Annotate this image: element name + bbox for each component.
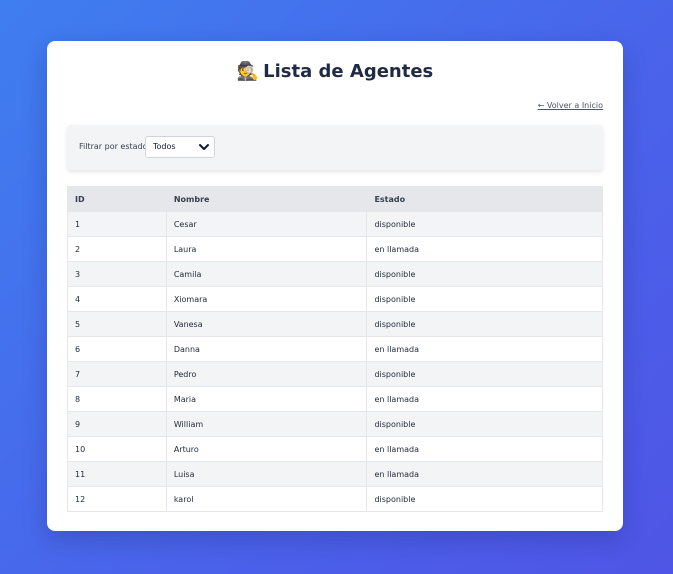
table-row: 12 karol disponible — [67, 486, 603, 512]
chevron-down-icon — [199, 144, 209, 150]
cell-id: 12 — [67, 486, 167, 512]
table-row: 3 Camila disponible — [67, 261, 603, 287]
cell-estado: en llamada — [366, 461, 603, 487]
page-title: 🕵️ Lista de Agentes — [47, 60, 623, 84]
agents-table: ID Nombre Estado 1 Cesar disponible 2 La… — [67, 186, 603, 512]
cell-id: 10 — [67, 436, 167, 462]
column-header-id: ID — [67, 186, 167, 212]
back-to-home-link[interactable]: ← Volver a Inicio — [538, 101, 603, 110]
cell-id: 7 — [67, 361, 167, 387]
cell-estado: disponible — [366, 486, 603, 512]
state-filter-value: Todos — [153, 142, 176, 151]
table-row: 11 Luisa en llamada — [67, 461, 603, 487]
cell-nombre: Vanesa — [165, 311, 368, 337]
state-filter-select[interactable]: Todos — [145, 136, 215, 158]
table-row: 1 Cesar disponible — [67, 211, 603, 237]
column-header-estado: Estado — [366, 186, 603, 212]
cell-estado: disponible — [366, 361, 603, 387]
cell-id: 5 — [67, 311, 167, 337]
page-title-text: Lista de Agentes — [263, 61, 434, 82]
cell-estado: en llamada — [366, 436, 603, 462]
cell-nombre: Pedro — [165, 361, 368, 387]
table-header-row: ID Nombre Estado — [67, 186, 603, 212]
cell-nombre: Laura — [165, 236, 368, 262]
cell-nombre: Xiomara — [165, 286, 368, 312]
table-row: 7 Pedro disponible — [67, 361, 603, 387]
cell-nombre: karol — [165, 486, 368, 512]
table-row: 8 Maria en llamada — [67, 386, 603, 412]
table-row: 6 Danna en llamada — [67, 336, 603, 362]
cell-estado: en llamada — [366, 236, 603, 262]
cell-estado: disponible — [366, 311, 603, 337]
cell-nombre: Cesar — [165, 211, 368, 237]
cell-nombre: Arturo — [165, 436, 368, 462]
cell-id: 6 — [67, 336, 167, 362]
cell-id: 4 — [67, 286, 167, 312]
cell-estado: disponible — [366, 261, 603, 287]
filter-panel: Filtrar por estado: Todos — [67, 125, 603, 170]
cell-nombre: Danna — [165, 336, 368, 362]
cell-estado: en llamada — [366, 336, 603, 362]
agents-card: 🕵️ Lista de Agentes ← Volver a Inicio Fil… — [47, 41, 623, 531]
cell-nombre: Camila — [165, 261, 368, 287]
cell-id: 3 — [67, 261, 167, 287]
cell-id: 9 — [67, 411, 167, 437]
cell-nombre: Maria — [165, 386, 368, 412]
column-header-nombre: Nombre — [165, 186, 368, 212]
cell-nombre: William — [165, 411, 368, 437]
filter-label: Filtrar por estado: — [79, 142, 151, 151]
cell-nombre: Luisa — [165, 461, 368, 487]
cell-id: 2 — [67, 236, 167, 262]
cell-estado: en llamada — [366, 386, 603, 412]
table-row: 9 William disponible — [67, 411, 603, 437]
detective-icon: 🕵️ — [236, 61, 260, 82]
cell-id: 1 — [67, 211, 167, 237]
cell-estado: disponible — [366, 411, 603, 437]
cell-id: 8 — [67, 386, 167, 412]
table-row: 10 Arturo en llamada — [67, 436, 603, 462]
cell-estado: disponible — [366, 211, 603, 237]
cell-id: 11 — [67, 461, 167, 487]
table-row: 2 Laura en llamada — [67, 236, 603, 262]
cell-estado: disponible — [366, 286, 603, 312]
table-row: 5 Vanesa disponible — [67, 311, 603, 337]
table-row: 4 Xiomara disponible — [67, 286, 603, 312]
